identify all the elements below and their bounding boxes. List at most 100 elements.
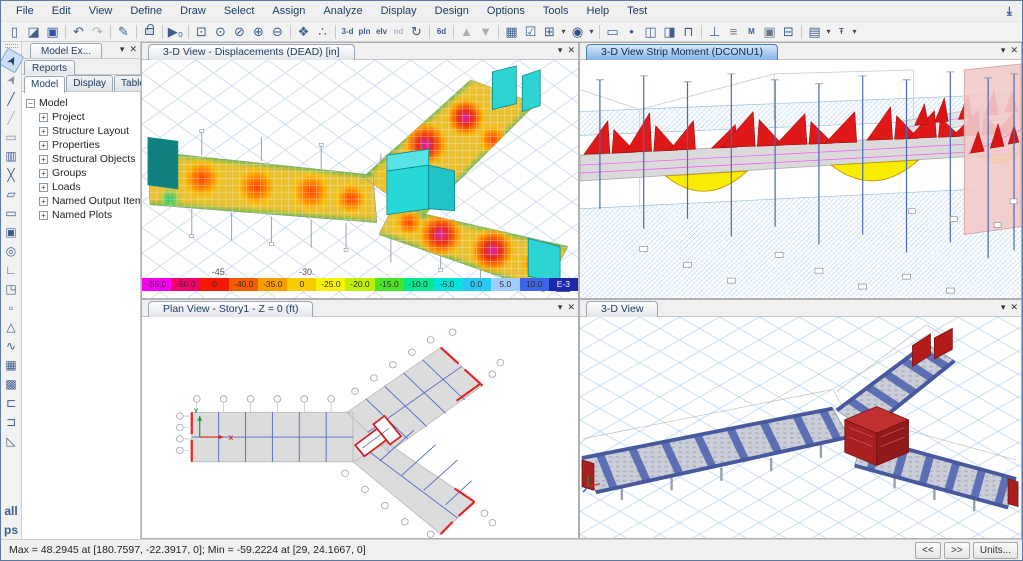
draw-strip-a-icon[interactable]: ⊏: [2, 393, 21, 412]
design-display-icon[interactable]: ⊟: [779, 23, 798, 41]
draw-wall-panel-icon[interactable]: ◳: [2, 279, 21, 298]
dropdown-arrow-icon[interactable]: ▾: [850, 23, 859, 41]
viewport-close-icon[interactable]: ✕: [1010, 302, 1018, 313]
pan-icon[interactable]: ❖: [294, 23, 313, 41]
viewport-3d-model-canvas[interactable]: [580, 317, 1021, 538]
object-display-icon[interactable]: ◉: [568, 23, 587, 41]
run-analysis-icon[interactable]: ▶₀: [166, 23, 185, 41]
menu-help[interactable]: Help: [578, 3, 619, 19]
redo-icon[interactable]: ↷: [88, 23, 107, 41]
tree-node-loads[interactable]: + Loads: [39, 180, 138, 194]
display-options-check-icon[interactable]: ☑: [521, 23, 540, 41]
previous-step-button[interactable]: <<: [914, 541, 941, 559]
tree-node-structure-layout[interactable]: + Structure Layout: [39, 124, 138, 138]
draw-circle-slab-icon[interactable]: ◎: [2, 241, 21, 260]
download-update-icon[interactable]: ⤓: [997, 4, 1022, 19]
menu-view[interactable]: View: [80, 3, 122, 19]
plan-view-drawing[interactable]: X Y: [142, 317, 578, 538]
menu-options[interactable]: Options: [478, 3, 534, 19]
panel-close-icon[interactable]: ✕: [129, 44, 137, 55]
viewport-displacements-tab[interactable]: 3-D View - Displacements (DEAD) [in]: [148, 44, 355, 60]
tab-model[interactable]: Model: [24, 76, 66, 93]
model-explorer-title-tab[interactable]: Model Ex...: [30, 43, 103, 58]
tree-expand-icon[interactable]: +: [39, 210, 48, 220]
draw-wall-corner-icon[interactable]: ∟: [2, 260, 21, 279]
draw-frame-icon[interactable]: ▭: [603, 23, 622, 41]
viewport-close-icon[interactable]: ✕: [567, 45, 575, 56]
draw-strip-b-icon[interactable]: ⊐: [2, 412, 21, 431]
assign-support-icon[interactable]: ⊥: [705, 23, 724, 41]
menu-draw[interactable]: Draw: [171, 3, 215, 19]
tab-display[interactable]: Display: [66, 75, 114, 91]
undo-icon[interactable]: ↶: [69, 23, 88, 41]
move-down-list-icon[interactable]: ▼: [476, 23, 495, 41]
menu-define[interactable]: Define: [121, 3, 171, 19]
tree-node-properties[interactable]: + Properties: [39, 138, 138, 152]
draw-polygon-slab-icon[interactable]: ▱: [2, 184, 21, 203]
menu-select[interactable]: Select: [215, 3, 264, 19]
object-shrink-icon[interactable]: ⊞: [540, 23, 559, 41]
tree-node-project[interactable]: + Project: [39, 110, 138, 124]
design-strip-icon[interactable]: M: [743, 23, 760, 41]
tree-collapse-icon[interactable]: −: [26, 98, 35, 108]
viewport-3d-model-tab[interactable]: 3-D View: [586, 301, 659, 317]
strip-moment-drawing[interactable]: [580, 60, 1021, 298]
window-options-icon[interactable]: ▦: [502, 23, 521, 41]
viewport-strip-moment-canvas[interactable]: [580, 60, 1021, 298]
viewport-collapse-icon[interactable]: ▾: [1001, 302, 1006, 313]
menu-edit[interactable]: Edit: [43, 3, 80, 19]
tab-reports[interactable]: Reports: [24, 60, 76, 75]
plan-view-icon[interactable]: pln: [356, 23, 373, 41]
next-step-button[interactable]: >>: [943, 541, 970, 559]
tree-expand-icon[interactable]: +: [39, 196, 48, 206]
viewport-collapse-icon[interactable]: ▾: [558, 45, 563, 56]
tree-expand-icon[interactable]: +: [39, 154, 48, 164]
mesh-slab-icon[interactable]: ▦: [2, 355, 21, 374]
tree-node-named-plots[interactable]: + Named Plots: [39, 208, 138, 222]
dropdown-arrow-icon[interactable]: ▾: [587, 23, 596, 41]
dropdown-arrow-icon[interactable]: ▾: [559, 23, 568, 41]
zoom-out-icon[interactable]: ⊖: [268, 23, 287, 41]
tree-expand-icon[interactable]: +: [39, 168, 48, 178]
save-icon[interactable]: ▣: [43, 23, 62, 41]
draw-opening-icon[interactable]: ▣: [2, 222, 21, 241]
rotate-3d-view-icon[interactable]: ↻: [407, 23, 426, 41]
dropdown-arrow-icon[interactable]: ▾: [824, 23, 833, 41]
model-3d-drawing[interactable]: [580, 317, 1021, 538]
zoom-in-icon[interactable]: ⊕: [249, 23, 268, 41]
assign-load-icon[interactable]: ≡: [724, 23, 743, 41]
show-columns-icon[interactable]: ▤: [805, 23, 824, 41]
mesh-grid-icon[interactable]: ▩: [2, 374, 21, 393]
viewport-plan-tab[interactable]: Plan View - Story1 - Z = 0 (ft): [148, 301, 314, 317]
tree-node-named-output-items[interactable]: + Named Output Items: [39, 194, 140, 208]
tree-expand-icon[interactable]: +: [39, 140, 48, 150]
viewport-collapse-icon[interactable]: ▾: [558, 302, 563, 313]
display-image-icon[interactable]: ▣: [760, 23, 779, 41]
viewport-strip-moment-tab[interactable]: 3-D View Strip Moment (DCONU1): [586, 44, 779, 60]
viewport-plan-canvas[interactable]: X Y: [142, 317, 578, 538]
panel-collapse-icon[interactable]: ▾: [120, 44, 125, 55]
toolbar-grip[interactable]: [4, 44, 18, 48]
menu-display[interactable]: Display: [372, 3, 426, 19]
tree-node-groups[interactable]: + Groups: [39, 166, 138, 180]
reshape-icon[interactable]: ∴: [313, 23, 332, 41]
draw-wall-icon[interactable]: ⊓: [679, 23, 698, 41]
draw-brace-icon[interactable]: ╳: [2, 165, 21, 184]
units-button[interactable]: Units...: [972, 541, 1018, 559]
previous-selection-icon[interactable]: ps: [2, 520, 21, 539]
draw-tendon-icon[interactable]: ∿: [2, 336, 21, 355]
show-beams-icon[interactable]: Ŧ: [833, 23, 850, 41]
move-up-list-icon[interactable]: ▲: [457, 23, 476, 41]
draw-pencil-icon[interactable]: ✎: [114, 23, 133, 41]
displacement-contour-drawing[interactable]: [142, 60, 578, 298]
menu-file[interactable]: File: [7, 3, 43, 19]
viewport-collapse-icon[interactable]: ▾: [1001, 45, 1006, 56]
menu-design[interactable]: Design: [426, 3, 478, 19]
node-view-icon[interactable]: nd: [390, 23, 407, 41]
draw-beam-icon[interactable]: ▥: [2, 146, 21, 165]
quick-draw-point-icon[interactable]: •: [622, 23, 641, 41]
menu-analyze[interactable]: Analyze: [314, 3, 371, 19]
select-all-icon[interactable]: all: [2, 501, 21, 520]
open-file-icon[interactable]: ◪: [24, 23, 43, 41]
viewport-displacements-canvas[interactable]: -45. -30. -55.0 -50.0 0 -40.0 -35.0 0 -25.0 -20…: [142, 60, 578, 298]
